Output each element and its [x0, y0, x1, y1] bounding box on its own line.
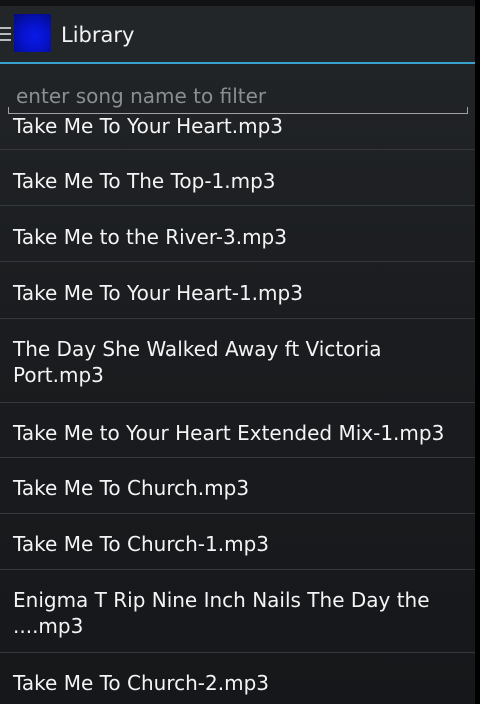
filter-field	[8, 78, 468, 114]
song-row[interactable]: Take Me To Your Heart.mp3	[0, 114, 475, 150]
song-row[interactable]: Take Me To Your Heart-1.mp3	[0, 262, 475, 319]
action-bar: Library	[0, 0, 475, 64]
filter-underline-left-tick	[8, 107, 9, 114]
song-list[interactable]: Take Me To Your Heart.mp3 Take Me To The…	[0, 114, 475, 704]
song-title: Take Me To Your Heart-1.mp3	[13, 281, 303, 305]
song-row[interactable]: Take Me To Church-2.mp3	[0, 653, 475, 704]
song-row[interactable]: The Day She Walked Away ft Victoria Port…	[0, 319, 475, 403]
app-logo-icon[interactable]	[14, 14, 51, 52]
library-screen: Library Take Me To Your Heart.mp3 Take M…	[0, 0, 480, 704]
song-title: Take Me To The Top-1.mp3	[13, 169, 276, 193]
song-filter-input[interactable]	[8, 78, 468, 114]
song-row[interactable]: Take Me to the River-3.mp3	[0, 206, 475, 262]
song-title: Take Me To Church.mp3	[13, 476, 250, 500]
status-bar	[0, 0, 475, 6]
song-title: Take Me To Your Heart.mp3	[13, 114, 283, 138]
screen-edge	[475, 0, 480, 704]
filter-underline-right-tick	[467, 107, 468, 114]
song-title: Enigma T Rip Nine Inch Nails The Day the…	[13, 588, 430, 638]
song-row[interactable]: Take Me to Your Heart Extended Mix-1.mp3	[0, 403, 475, 458]
song-row[interactable]: Enigma T Rip Nine Inch Nails The Day the…	[0, 570, 475, 653]
song-title: Take Me to the River-3.mp3	[13, 225, 287, 249]
menu-icon[interactable]	[0, 27, 11, 41]
page-title: Library	[61, 23, 135, 47]
song-title: Take Me To Church-2.mp3	[13, 671, 269, 695]
song-title: Take Me to Your Heart Extended Mix-1.mp3	[13, 421, 445, 445]
song-row[interactable]: Take Me To Church-1.mp3	[0, 514, 475, 570]
song-title: The Day She Walked Away ft Victoria Port…	[13, 337, 382, 387]
song-title: Take Me To Church-1.mp3	[13, 532, 269, 556]
song-row[interactable]: Take Me To The Top-1.mp3	[0, 150, 475, 206]
song-row[interactable]: Take Me To Church.mp3	[0, 458, 475, 514]
